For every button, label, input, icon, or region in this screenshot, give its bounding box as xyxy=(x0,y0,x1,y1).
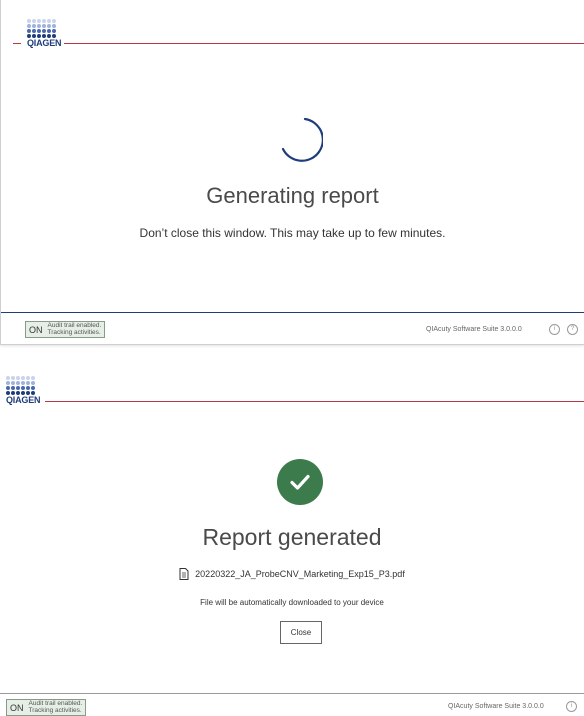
version-label: QIAcuty Software Suite 3.0.0.0 xyxy=(448,703,544,710)
checkmark-icon xyxy=(290,474,310,490)
audit-trail-toggle[interactable]: ON Audit trail enabled. Tracking activit… xyxy=(6,699,87,716)
audit-trail-toggle[interactable]: ON Audit trail enabled. Tracking activit… xyxy=(25,321,106,338)
version-label: QIAcuty Software Suite 3.0.0.0 xyxy=(426,326,522,333)
logo-text: QIAGEN xyxy=(27,38,62,48)
logo-dots xyxy=(27,19,61,38)
footer-divider xyxy=(0,693,584,694)
success-check-icon xyxy=(277,459,323,505)
close-button[interactable]: Close xyxy=(280,621,322,644)
file-row: 20220322_JA_ProbeCNV_Marketing_Exp15_P3.… xyxy=(0,568,584,580)
info-icon[interactable]: i xyxy=(549,324,560,335)
audit-status: ON xyxy=(10,702,24,713)
audit-line-2: Tracking activities. xyxy=(28,706,82,714)
logo-text: QIAGEN xyxy=(6,395,41,405)
logo-dots xyxy=(6,376,40,395)
info-icon[interactable]: i xyxy=(566,701,577,712)
generating-report-window: QIAGEN Generating report Don’t close thi… xyxy=(0,0,584,345)
download-note: File will be automatically downloaded to… xyxy=(200,598,384,607)
header-rule xyxy=(64,43,584,44)
audit-text: Audit trail enabled. Tracking activities… xyxy=(28,700,83,714)
generating-message: Don’t close this window. This may take u… xyxy=(139,226,446,240)
loading-spinner-icon xyxy=(281,117,323,162)
qiagen-logo: QIAGEN xyxy=(27,19,62,48)
footer-divider xyxy=(1,312,584,313)
file-name: 20220322_JA_ProbeCNV_Marketing_Exp15_P3.… xyxy=(195,569,405,579)
qiagen-logo: QIAGEN xyxy=(6,376,41,405)
generating-title: Generating report xyxy=(206,183,379,208)
audit-status: ON xyxy=(29,324,43,335)
help-icon[interactable]: ? xyxy=(567,324,578,335)
audit-line-2: Tracking activities. xyxy=(47,328,101,336)
report-generated-window: QIAGEN Report generated 20220322_JA_Prob… xyxy=(0,368,584,716)
header-rule xyxy=(45,401,584,402)
generated-title: Report generated xyxy=(202,524,382,550)
header-rule-left xyxy=(13,43,21,44)
document-icon xyxy=(179,568,189,580)
audit-text: Audit trail enabled. Tracking activities… xyxy=(47,322,102,336)
